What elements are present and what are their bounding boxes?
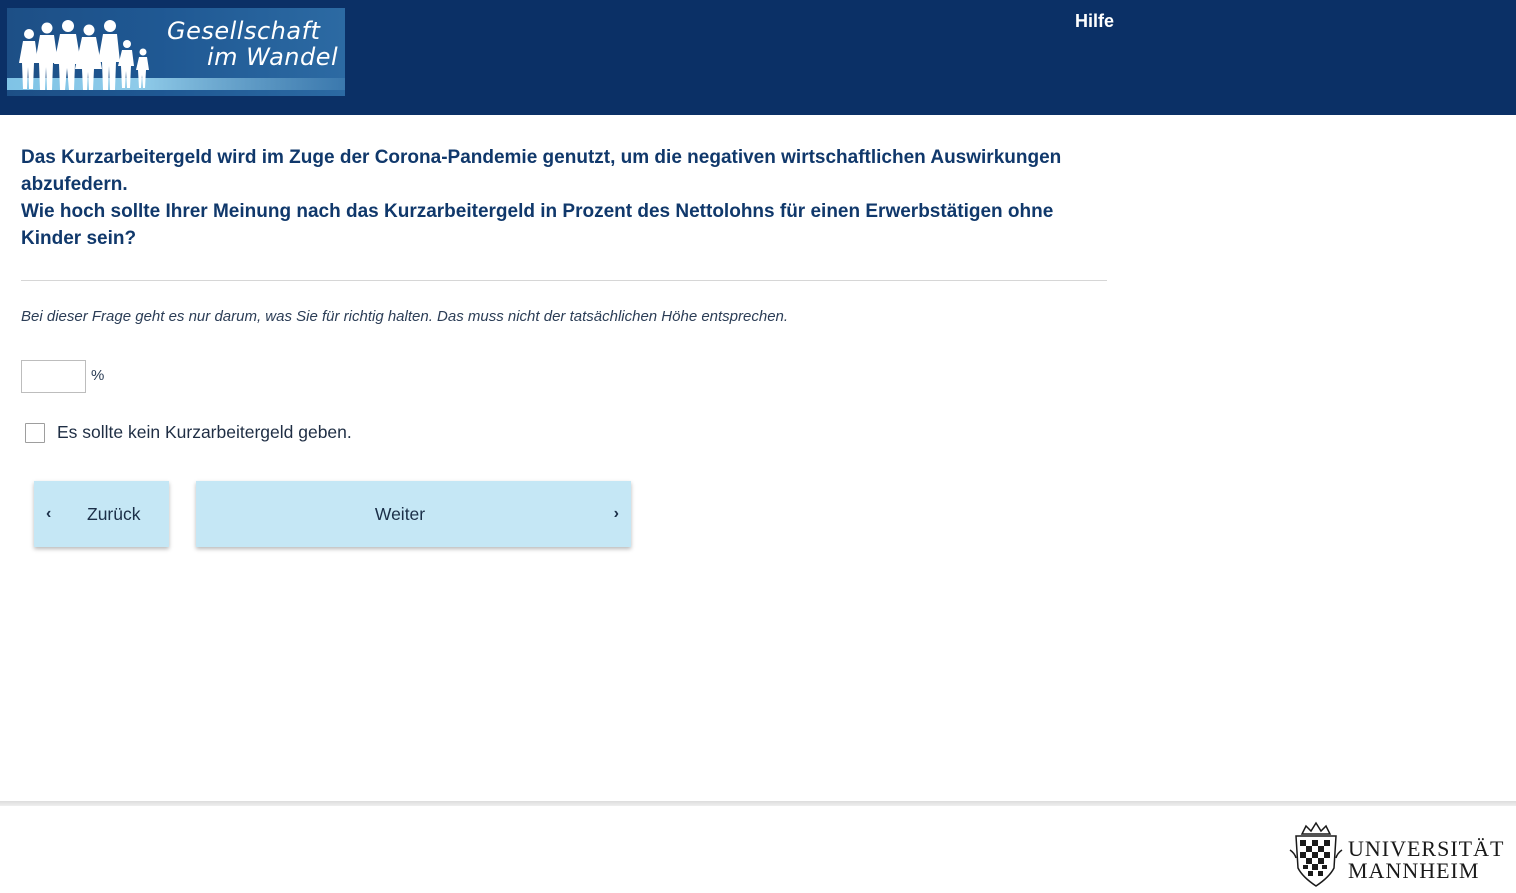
no-benefit-checkbox-label[interactable]: Es sollte kein Kurzarbeitergeld geben. — [57, 422, 352, 443]
percent-unit-label: % — [91, 367, 105, 384]
back-button[interactable]: ‹ Zurück — [34, 481, 169, 547]
footer-divider — [0, 801, 1516, 806]
help-link[interactable]: Hilfe — [1075, 11, 1114, 32]
university-crest-icon — [1289, 821, 1343, 887]
gesellschaft-im-wandel-logo[interactable]: Gesellschaft im Wandel — [7, 8, 345, 96]
logo-text-line2: im Wandel — [207, 43, 339, 71]
question-text: Das Kurzarbeitergeld wird im Zuge der Co… — [21, 144, 1111, 252]
logo-text-line1: Gesellschaft — [167, 17, 321, 45]
percent-input[interactable] — [21, 360, 86, 393]
chevron-right-icon: › — [613, 505, 619, 522]
question-intro: Das Kurzarbeitergeld wird im Zuge der Co… — [21, 147, 1062, 195]
university-mannheim-logo[interactable]: UNIVERSITÄT MANNHEIM — [1286, 820, 1514, 888]
no-benefit-checkbox[interactable] — [25, 423, 45, 443]
back-button-label: Zurück — [87, 504, 141, 524]
logo-text: Gesellschaft im Wandel — [167, 18, 338, 70]
next-button[interactable]: Weiter › — [196, 481, 631, 547]
divider — [21, 280, 1107, 281]
chevron-left-icon: ‹ — [46, 505, 52, 522]
next-button-label: Weiter — [374, 504, 426, 524]
university-name: UNIVERSITÄT MANNHEIM — [1348, 838, 1504, 882]
university-name-line1: UNIVERSITÄT — [1348, 836, 1505, 861]
page-header: Gesellschaft im Wandel Hilfe — [0, 0, 1516, 115]
people-silhouettes-icon — [19, 20, 149, 90]
question-prompt: Wie hoch sollte Ihrer Meinung nach das K… — [21, 201, 1054, 249]
university-name-line2: MANNHEIM — [1348, 858, 1480, 883]
question-hint: Bei dieser Frage geht es nur darum, was … — [21, 308, 789, 325]
